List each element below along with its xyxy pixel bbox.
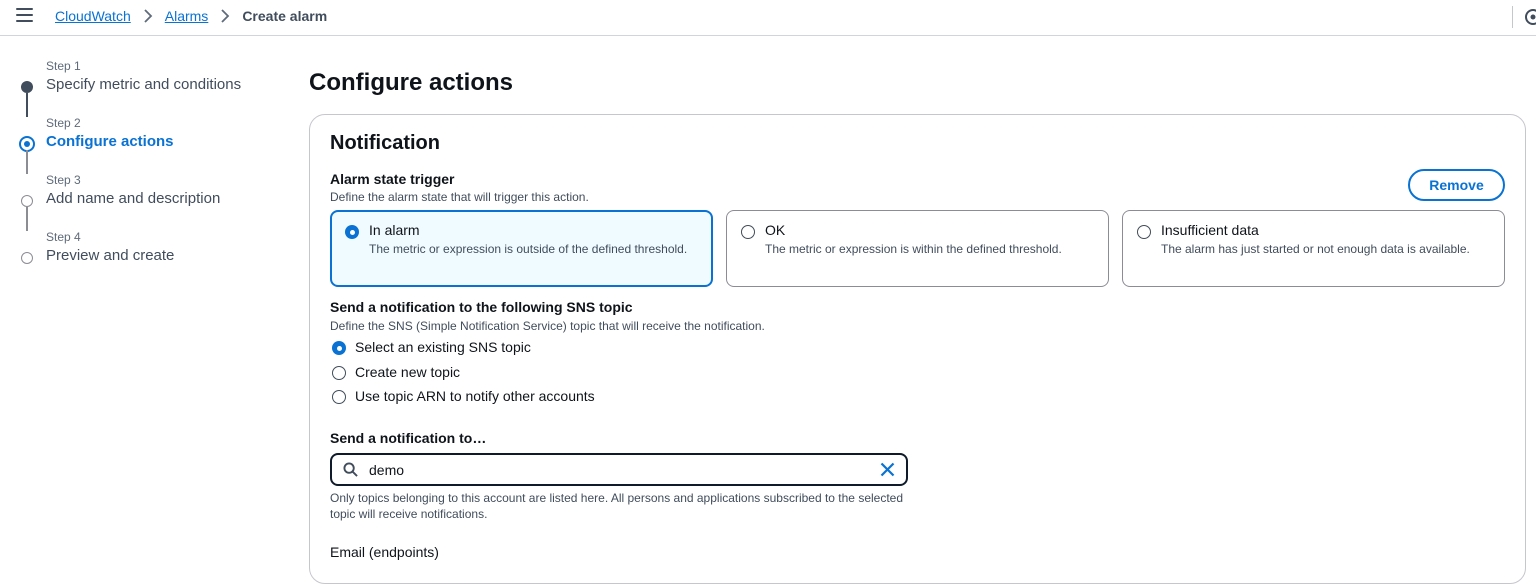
tile-description: The metric or expression is within the d… [765,242,1062,256]
radio-label: Use topic ARN to notify other accounts [355,388,595,404]
radio-checked-icon[interactable] [332,341,346,355]
step-title: Configure actions [46,133,174,150]
wizard-steps: Step 1 Specify metric and conditions Ste… [19,57,280,285]
step-number: Step 2 [46,116,81,130]
tile-description: The alarm has just started or not enough… [1161,242,1470,256]
tile-label: OK [765,222,786,238]
topbar-divider [1512,6,1513,28]
step-number: Step 3 [46,173,81,187]
alarm-state-trigger-label: Alarm state trigger [330,171,455,187]
email-endpoints-label: Email (endpoints) [330,544,439,560]
tile-in-alarm[interactable]: In alarm The metric or expression is out… [330,210,713,287]
step-pending-icon [21,195,33,207]
sns-topic-description: Define the SNS (Simple Notification Serv… [330,319,765,333]
breadcrumb-cloudwatch[interactable]: CloudWatch [55,8,131,24]
radio-unchecked-icon[interactable] [332,366,346,380]
breadcrumb-current: Create alarm [242,8,328,24]
menu-icon[interactable] [16,8,33,26]
step-4: Step 4 Preview and create [20,228,280,285]
close-icon[interactable] [880,462,895,477]
tile-ok[interactable]: OK The metric or expression is within th… [726,210,1109,287]
step-complete-icon [21,81,33,93]
send-to-label: Send a notification to… [330,430,487,446]
alarm-state-trigger-description: Define the alarm state that will trigger… [330,190,589,204]
radio-label: Select an existing SNS topic [355,339,531,355]
step-pending-icon [21,252,33,264]
tile-description: The metric or expression is outside of t… [369,242,688,256]
remove-button[interactable]: Remove [1408,169,1505,201]
tile-label: In alarm [369,222,420,238]
radio-unchecked-icon[interactable] [1137,225,1151,239]
step-number: Step 1 [46,59,81,73]
notification-panel: Notification Remove Alarm state trigger … [309,114,1526,584]
step-title: Preview and create [46,247,175,264]
tile-label: Insufficient data [1161,222,1259,238]
settings-icon[interactable] [1524,8,1536,26]
step-2: Step 2 Configure actions [19,114,280,174]
search-help-text: Only topics belonging to this account ar… [330,491,904,521]
radio-label: Create new topic [355,364,461,380]
panel-title: Notification [330,132,440,154]
tile-insufficient-data[interactable]: Insufficient data The alarm has just sta… [1122,210,1505,287]
top-navigation: CloudWatch Alarms Create alarm [0,0,1536,36]
step-1[interactable]: Step 1 Specify metric and conditions [20,57,280,117]
breadcrumb-alarms[interactable]: Alarms [165,8,209,24]
radio-checked-icon[interactable] [345,225,359,239]
radio-unchecked-icon[interactable] [332,390,346,404]
search-input[interactable] [369,459,869,480]
step-title[interactable]: Specify metric and conditions [46,76,241,93]
chevron-right-icon [221,9,230,23]
step-title: Add name and description [46,190,221,207]
sns-topic-label: Send a notification to the following SNS… [330,299,633,315]
radio-unchecked-icon[interactable] [741,225,755,239]
chevron-right-icon [144,9,153,23]
page-title: Configure actions [309,69,514,96]
breadcrumb: CloudWatch Alarms Create alarm [55,8,327,24]
step-number: Step 4 [46,230,81,244]
sns-topic-search[interactable] [330,453,908,486]
step-3: Step 3 Add name and description [20,171,280,231]
search-icon [343,462,358,477]
